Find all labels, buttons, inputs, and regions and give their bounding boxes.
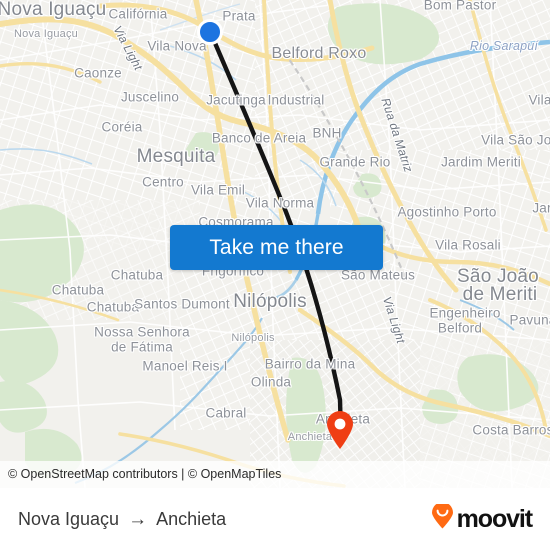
origin-marker[interactable] <box>197 19 223 45</box>
map-attribution[interactable]: © OpenStreetMap contributors | © OpenMap… <box>0 461 550 488</box>
destination-marker[interactable] <box>325 410 355 450</box>
moovit-route-card: Nova Iguaçu Califórnia Prata Bom Pastor Belf… <box>0 0 550 550</box>
moovit-logo[interactable]: moovit <box>431 502 533 534</box>
moovit-wordmark: moovit <box>456 504 533 533</box>
arrow-right-icon: → <box>128 508 148 530</box>
take-me-there-button[interactable]: Take me there <box>170 225 383 270</box>
moovit-pin-icon <box>431 502 454 534</box>
take-me-there-label: Take me there <box>209 235 344 259</box>
origin-label: Nova Iguaçu <box>18 508 120 529</box>
footer-bar: Nova Iguaçu → Anchieta moovit <box>0 488 550 550</box>
route-summary: Nova Iguaçu → Anchieta <box>18 509 226 530</box>
map-canvas[interactable]: Nova Iguaçu Califórnia Prata Bom Pastor Belf… <box>0 0 550 488</box>
destination-label: Anchieta <box>156 508 227 529</box>
